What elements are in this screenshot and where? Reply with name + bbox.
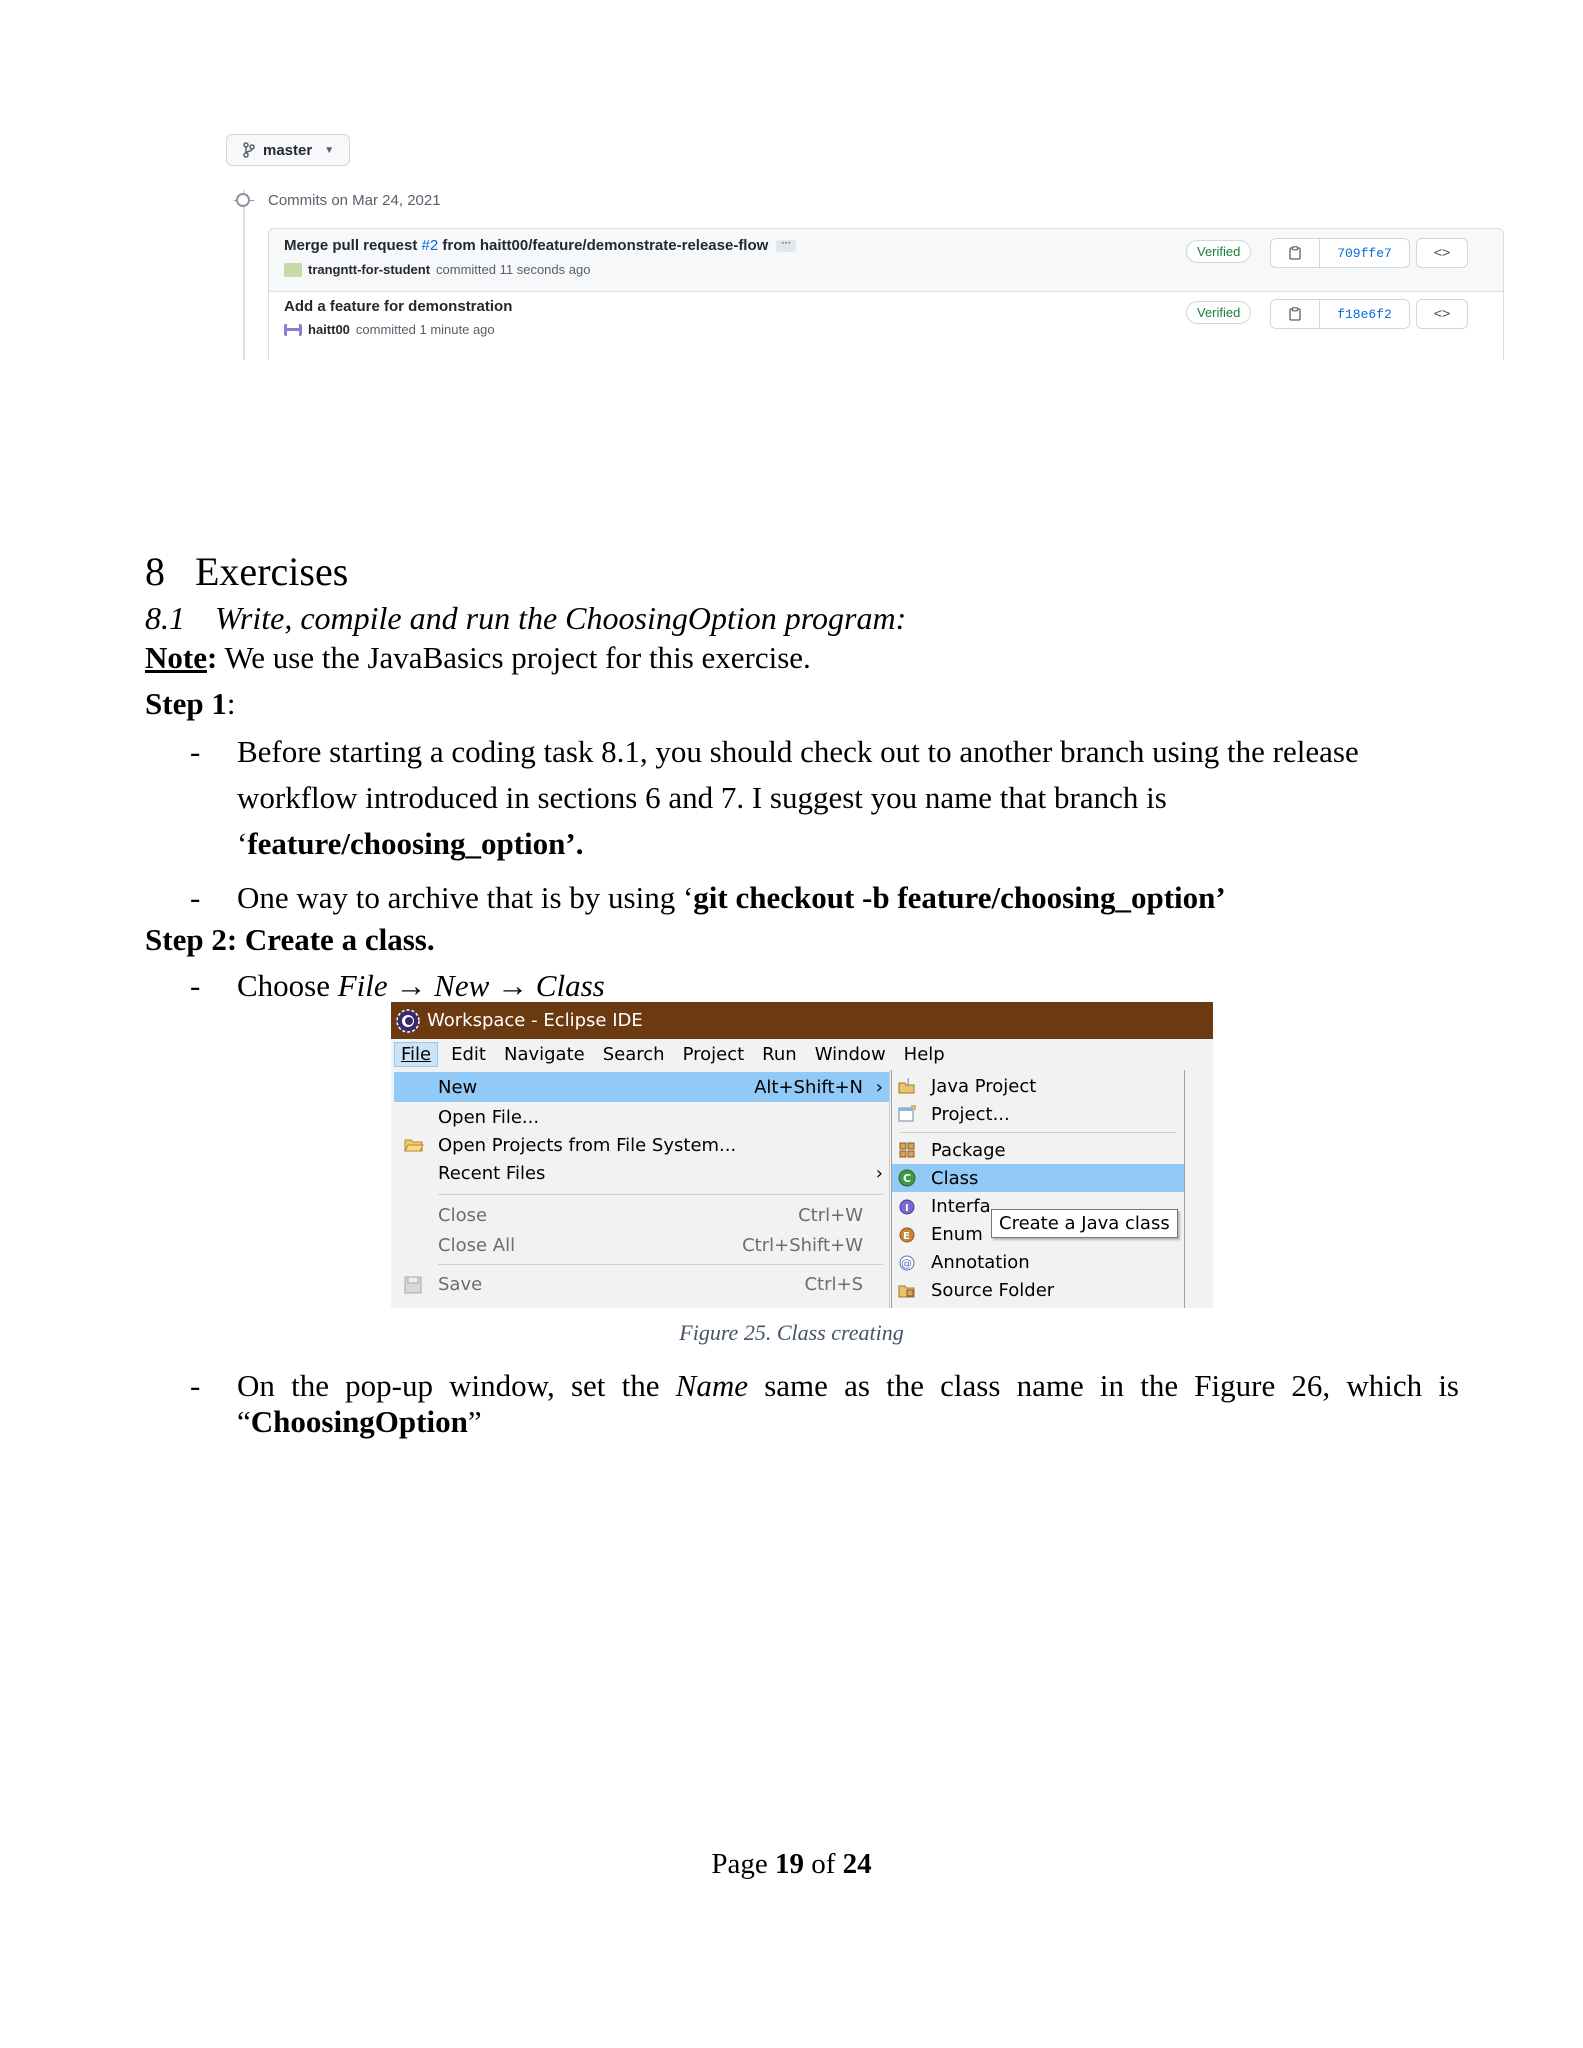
- submenu-item-source-folder[interactable]: Source Folder: [892, 1276, 1184, 1304]
- commit-sha-link[interactable]: 709ffe7: [1320, 239, 1409, 267]
- commits-date-heading: Commits on Mar 24, 2021: [268, 192, 441, 209]
- menu-run[interactable]: Run: [762, 1044, 797, 1065]
- eclipse-screenshot: Workspace - Eclipse IDE File Edit Naviga…: [391, 1002, 1213, 1308]
- bullet-marker: -: [190, 968, 201, 1003]
- eclipse-logo-icon: [396, 1008, 420, 1033]
- submenu-item-java-project[interactable]: J Java Project: [892, 1072, 1184, 1100]
- copy-sha-button[interactable]: [1271, 239, 1320, 267]
- browse-repo-button[interactable]: <>: [1416, 238, 1468, 268]
- menu-navigate[interactable]: Navigate: [504, 1044, 585, 1065]
- commit-title[interactable]: Add a feature for demonstration: [284, 298, 512, 315]
- save-icon: [404, 1276, 422, 1294]
- chevron-right-icon: ›: [875, 1162, 883, 1184]
- code-icon: <>: [1433, 306, 1451, 322]
- commit-sha-group: 709ffe7: [1270, 238, 1410, 268]
- bullet-marker: -: [190, 1368, 201, 1403]
- step1-bullet1-line1: Before starting a coding task 8.1, you s…: [237, 734, 1359, 769]
- menu-item-close[interactable]: Close Ctrl+W: [394, 1200, 889, 1230]
- clipboard-icon: [1289, 246, 1301, 260]
- avatar[interactable]: [284, 323, 302, 336]
- subsection-heading: 8.1 Write, compile and run the ChoosingOp…: [145, 600, 907, 636]
- pr-link[interactable]: #2: [422, 237, 439, 254]
- submenu-item-project[interactable]: Project...: [892, 1100, 1184, 1128]
- menu-separator: [438, 1194, 883, 1195]
- page-footer: Page 19 of 24: [711, 1848, 872, 1880]
- commit-meta: trangntt-for-student committed 11 second…: [284, 262, 590, 277]
- svg-text:I: I: [905, 1203, 909, 1214]
- svg-text:E: E: [903, 1231, 910, 1242]
- java-project-icon: J: [898, 1077, 915, 1094]
- step1-bullet1-line2: workflow introduced in sections 6 and 7.…: [237, 780, 1167, 815]
- new-submenu: J Java Project Project... Package C Clas…: [891, 1070, 1185, 1308]
- commit-sha-link[interactable]: f18e6f2: [1320, 300, 1409, 328]
- eclipse-titlebar: Workspace - Eclipse IDE: [391, 1002, 1213, 1039]
- git-branch-icon: [243, 142, 255, 158]
- verified-badge[interactable]: Verified: [1186, 240, 1252, 263]
- commit-time: committed 11 seconds ago: [436, 262, 591, 277]
- interface-icon: I: [899, 1199, 915, 1215]
- code-icon: <>: [1433, 245, 1451, 261]
- menu-separator: [900, 1132, 1176, 1133]
- commit-author[interactable]: trangntt-for-student: [308, 262, 430, 277]
- source-folder-icon: [898, 1285, 915, 1298]
- avatar[interactable]: [284, 262, 302, 277]
- submenu-item-package[interactable]: Package: [892, 1136, 1184, 1164]
- verified-badge[interactable]: Verified: [1186, 301, 1252, 324]
- timeline-line: [243, 190, 245, 360]
- menu-item-save[interactable]: Save Ctrl+S: [394, 1269, 889, 1299]
- submenu-item-class[interactable]: C Class: [892, 1164, 1184, 1192]
- menu-help[interactable]: Help: [904, 1044, 945, 1065]
- file-menu-dropdown: New Alt+Shift+N › Open File... Open Proj…: [394, 1070, 890, 1308]
- menu-edit[interactable]: Edit: [451, 1044, 486, 1065]
- step2-heading: Step 2: Create a class.: [145, 922, 435, 957]
- chevron-right-icon: ›: [875, 1076, 883, 1098]
- commit-sha-group: f18e6f2: [1270, 299, 1410, 329]
- commit-title[interactable]: Merge pull request #2 from haitt00/featu…: [284, 237, 797, 254]
- menu-item-open-file[interactable]: Open File...: [394, 1102, 889, 1132]
- package-icon: [899, 1142, 915, 1158]
- bullet-marker: -: [190, 880, 201, 915]
- window-title: Workspace - Eclipse IDE: [427, 1010, 643, 1031]
- svg-text:C: C: [903, 1172, 911, 1185]
- commit-time: committed 1 minute ago: [355, 322, 495, 337]
- caret-down-icon: ▼: [324, 144, 335, 156]
- svg-text:@: @: [901, 1257, 912, 1270]
- menu-search[interactable]: Search: [603, 1044, 665, 1065]
- tooltip: Create a Java class: [991, 1209, 1178, 1238]
- submenu-item-annotation[interactable]: @ Annotation: [892, 1248, 1184, 1276]
- svg-text:J: J: [906, 1077, 909, 1086]
- menu-item-close-all[interactable]: Close All Ctrl+Shift+W: [394, 1230, 889, 1260]
- menu-separator: [438, 1264, 883, 1265]
- menu-item-new[interactable]: New Alt+Shift+N ›: [394, 1072, 889, 1102]
- commit-node-icon: [236, 193, 250, 207]
- menu-window[interactable]: Window: [815, 1044, 886, 1065]
- expand-message-button[interactable]: ···: [776, 239, 797, 253]
- annotation-icon: @: [899, 1255, 915, 1271]
- note-paragraph: Note: We use the JavaBasics project for …: [145, 640, 811, 675]
- clipboard-icon: [1289, 307, 1301, 321]
- commit-meta: haitt00 committed 1 minute ago: [284, 322, 495, 337]
- step1-bullet2: One way to archive that is by using ‘git…: [237, 880, 1226, 915]
- menu-item-open-projects[interactable]: Open Projects from File System...: [394, 1130, 889, 1160]
- browse-repo-button[interactable]: <>: [1416, 299, 1468, 329]
- branch-selector-button[interactable]: master ▼: [226, 134, 350, 166]
- branch-label: master: [263, 141, 313, 159]
- class-icon: C: [898, 1169, 916, 1187]
- commit-author[interactable]: haitt00: [308, 322, 350, 337]
- copy-sha-button[interactable]: [1271, 300, 1320, 328]
- section-heading: 8 Exercises: [145, 549, 349, 594]
- eclipse-menubar: File Edit Navigate Search Project Run Wi…: [391, 1039, 1213, 1070]
- step1-bullet1-line3: ‘feature/choosing_option’.: [237, 826, 584, 861]
- step2-bullet2-line2: “ChoosingOption”: [237, 1404, 482, 1439]
- step1-heading: Step 1:: [145, 686, 236, 721]
- menu-item-recent-files[interactable]: Recent Files ›: [394, 1158, 889, 1188]
- folder-icon: [404, 1139, 424, 1152]
- menu-file[interactable]: File: [394, 1042, 439, 1067]
- figure-caption: Figure 25. Class creating: [679, 1320, 904, 1345]
- menu-project[interactable]: Project: [683, 1044, 745, 1065]
- bullet-marker: -: [190, 734, 201, 769]
- project-icon: [898, 1105, 916, 1122]
- enum-icon: E: [899, 1227, 915, 1243]
